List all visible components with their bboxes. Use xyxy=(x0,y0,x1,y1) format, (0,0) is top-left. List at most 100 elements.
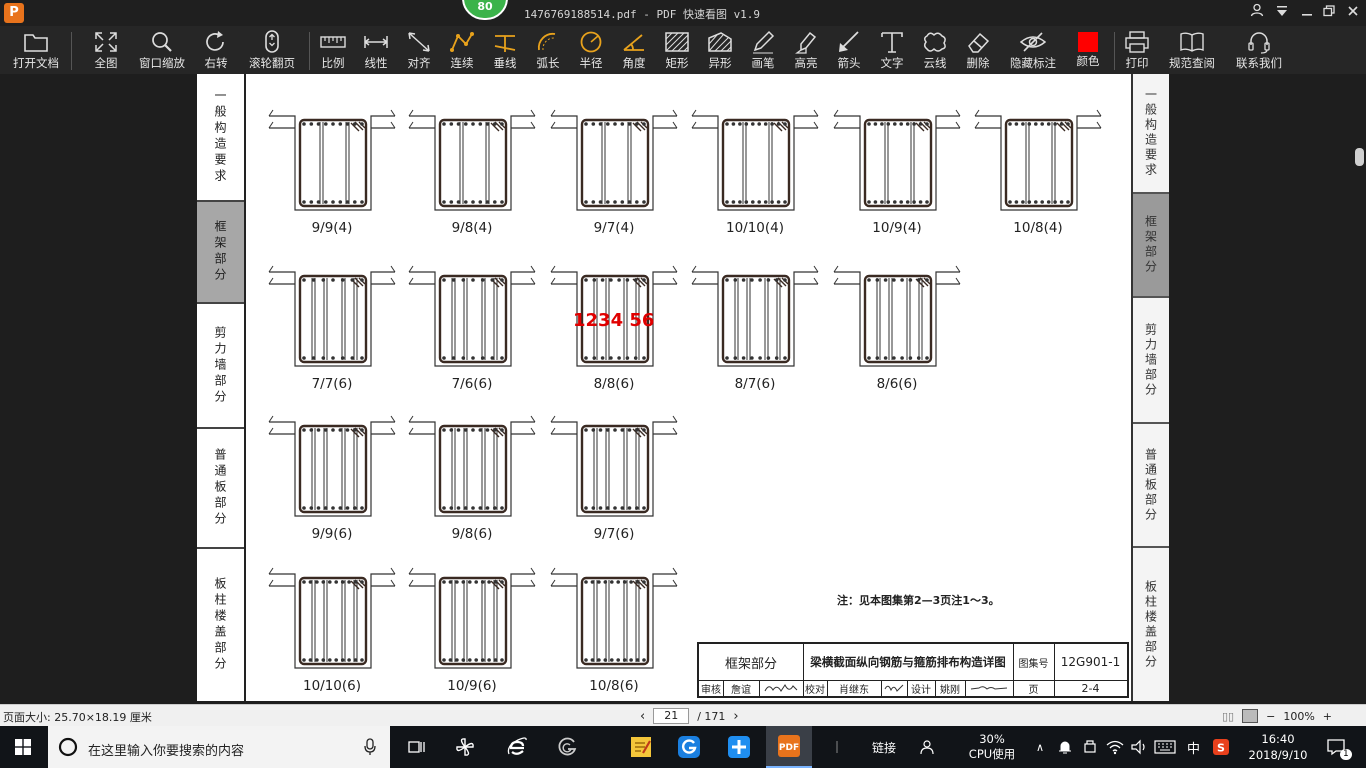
fit-page-button[interactable]: 全图 xyxy=(88,28,124,72)
title-block-check-name: 肖继东 xyxy=(839,684,869,696)
volume-icon[interactable] xyxy=(1130,726,1148,768)
spec-lookup-button[interactable]: 规范查阅 xyxy=(1163,28,1221,72)
print-button[interactable]: 打印 xyxy=(1119,28,1155,72)
zoom-level[interactable]: 100% xyxy=(1283,710,1314,723)
arc-length-button[interactable]: 弧长 xyxy=(530,28,566,72)
beam-section-svg xyxy=(833,265,961,367)
system-clock[interactable]: 16:40 2018/9/10 xyxy=(1238,726,1318,768)
red-annotation-text[interactable]: 1234 56 xyxy=(573,310,654,331)
right-tab-shear-wall[interactable]: 剪力墙部分 xyxy=(1133,298,1169,424)
continuous-view-icon[interactable] xyxy=(1242,709,1259,723)
notes-app-button[interactable] xyxy=(624,732,658,762)
beam-section-drawing: 10/8(6) xyxy=(549,560,679,700)
minimize-button[interactable] xyxy=(1296,3,1318,23)
linear-measure-button[interactable]: 线性 xyxy=(358,28,394,72)
zoom-in-button[interactable]: + xyxy=(1323,710,1332,723)
app-logo-icon[interactable]: P xyxy=(4,3,24,23)
right-tab-flat-slab[interactable]: 板柱楼盖部分 xyxy=(1133,548,1169,701)
show-hidden-icons-chevron[interactable]: ∧ xyxy=(1036,726,1044,768)
perpendicular-button[interactable]: 垂线 xyxy=(487,28,523,72)
continuous-measure-button[interactable]: 连续 xyxy=(444,28,480,72)
highlight-button[interactable]: 高亮 xyxy=(788,28,824,72)
text-icon xyxy=(881,32,903,53)
tool-label: 联系我们 xyxy=(1236,56,1282,70)
tool-label: 箭头 xyxy=(837,56,861,70)
beam-section-drawing: 10/9(4) xyxy=(832,102,962,242)
section-tab-general[interactable]: 一般构造要求 xyxy=(197,74,244,202)
arrow-icon xyxy=(839,31,859,52)
polygon-area-icon xyxy=(708,32,732,52)
start-button[interactable] xyxy=(6,732,40,762)
ie-browser-button[interactable] xyxy=(500,732,534,762)
align-measure-icon xyxy=(408,32,430,52)
tray-overflow-icon[interactable] xyxy=(832,726,842,768)
document-viewer[interactable]: 一般构造要求 框架部分 剪力墙部分 普通板部分 板柱楼盖部分 9/9(4) 9/8… xyxy=(0,74,1366,704)
dropdown-menu-icon[interactable] xyxy=(1271,3,1293,23)
angle-button[interactable]: 角度 xyxy=(616,28,652,72)
beam-section-label: 9/8(4) xyxy=(451,220,493,236)
microphone-icon[interactable] xyxy=(364,738,376,756)
right-tab-slab[interactable]: 普通板部分 xyxy=(1133,424,1169,548)
section-tab-slab[interactable]: 普通板部分 xyxy=(197,429,244,549)
task-view-button[interactable] xyxy=(400,732,434,762)
color-swatch-icon xyxy=(1078,32,1098,52)
close-button[interactable] xyxy=(1342,3,1364,23)
pdf-page[interactable]: 一般构造要求 框架部分 剪力墙部分 普通板部分 板柱楼盖部分 9/9(4) 9/8… xyxy=(197,74,1169,701)
search-placeholder: 在这里输入你要搜索的内容 xyxy=(88,744,245,759)
taskbar-search-box[interactable]: 在这里输入你要搜索的内容 xyxy=(48,726,390,768)
aligned-measure-button[interactable]: 对齐 xyxy=(401,28,437,72)
page-number-input[interactable]: 21 xyxy=(653,708,690,724)
arrow-button[interactable]: 箭头 xyxy=(831,28,867,72)
window-zoom-button[interactable]: 窗口缩放 xyxy=(134,28,190,72)
polygon-area-button[interactable]: 异形 xyxy=(702,28,738,72)
pen-button[interactable]: 画笔 xyxy=(745,28,781,72)
usb-device-icon[interactable] xyxy=(1082,726,1098,768)
ime-language-indicator[interactable]: 中 xyxy=(1187,726,1200,768)
single-page-view-icon[interactable]: ▯▯ xyxy=(1222,710,1234,723)
svg-text:PDF: PDF xyxy=(779,743,799,753)
cloud-line-button[interactable]: 云线 xyxy=(917,28,953,72)
cpu-usage-widget[interactable]: 30% CPU使用 xyxy=(962,726,1022,768)
pdf-viewer-taskbar-button[interactable]: PDF xyxy=(766,726,812,768)
section-tab-shear-wall[interactable]: 剪力墙部分 xyxy=(197,304,244,429)
keyboard-icon[interactable] xyxy=(1154,726,1176,768)
hide-annotation-button[interactable]: 隐藏标注 xyxy=(1005,28,1061,72)
restore-button[interactable] xyxy=(1318,3,1340,23)
delete-button[interactable]: 删除 xyxy=(960,28,996,72)
beam-section-drawing: 7/6(6) xyxy=(407,258,537,398)
right-tab-frame[interactable]: 框架部分 xyxy=(1133,194,1169,298)
contact-us-button[interactable]: 联系我们 xyxy=(1231,28,1287,72)
section-tab-frame[interactable]: 框架部分 xyxy=(197,202,244,304)
people-icon[interactable] xyxy=(920,726,938,768)
next-page-button[interactable]: › xyxy=(733,709,738,724)
action-center-button[interactable]: 1 xyxy=(1326,726,1352,768)
toolbar-separator xyxy=(309,32,310,70)
plus-app-button[interactable] xyxy=(722,732,756,762)
text-button[interactable]: 文字 xyxy=(874,28,910,72)
network-link-label[interactable]: 链接 xyxy=(872,726,896,768)
scale-button[interactable]: 比例 xyxy=(315,28,351,72)
section-tab-flat-slab[interactable]: 板柱楼盖部分 xyxy=(197,549,244,701)
color-button[interactable]: 颜色 xyxy=(1070,28,1106,72)
tool-label: 右转 xyxy=(204,56,228,70)
vertical-scrollbar-thumb[interactable] xyxy=(1355,148,1364,166)
right-tab-general[interactable]: 一般构造要求 xyxy=(1133,74,1169,194)
browser-g-button[interactable] xyxy=(672,732,706,762)
rectangle-area-button[interactable]: 矩形 xyxy=(659,28,695,72)
notification-bell-icon[interactable] xyxy=(1058,726,1072,768)
sogou-ime-icon[interactable]: S xyxy=(1212,726,1230,768)
tool-label: 垂线 xyxy=(493,56,517,70)
drawing-title-block: 框架部分 梁横截面纵向钢筋与箍筋排布构造详图 图集号 12G901-1 审核 詹… xyxy=(697,642,1129,698)
radius-button[interactable]: 半径 xyxy=(573,28,609,72)
browser-app-button[interactable] xyxy=(550,732,584,762)
wheel-page-button[interactable]: 滚轮翻页 xyxy=(244,28,300,72)
beam-section-drawing: 9/7(6) xyxy=(549,408,679,548)
open-document-button[interactable]: 打开文档 xyxy=(8,28,64,72)
user-icon[interactable] xyxy=(1246,3,1268,23)
rotate-right-button[interactable]: 右转 xyxy=(198,28,234,72)
wifi-icon[interactable] xyxy=(1106,726,1124,768)
score-badge[interactable]: 80 xyxy=(462,0,508,20)
zoom-out-button[interactable]: − xyxy=(1266,710,1275,723)
pinwheel-app-button[interactable] xyxy=(448,732,482,762)
prev-page-button[interactable]: ‹ xyxy=(640,709,645,724)
